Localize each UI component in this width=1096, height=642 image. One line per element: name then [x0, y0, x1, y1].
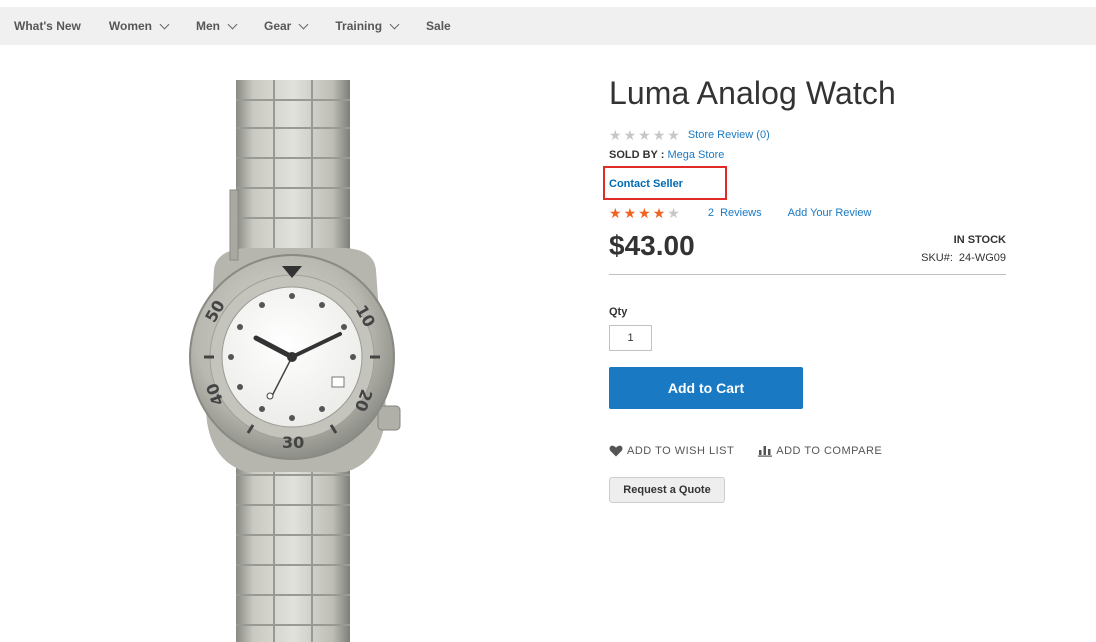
product-price: $43.00	[609, 230, 695, 261]
nav-item-sale[interactable]: Sale	[426, 19, 451, 33]
star-icon: ★	[638, 205, 651, 221]
sku: SKU#: 24-WG09	[921, 252, 1006, 264]
reviews-link[interactable]: 2 Reviews	[708, 207, 762, 219]
star-icon: ★	[609, 127, 622, 144]
product-info: Luma Analog Watch ★ ★ ★ ★ ★ Store Review…	[603, 74, 1006, 503]
seller-link[interactable]: Mega Store	[667, 149, 724, 161]
nav-item-women[interactable]: Women	[108, 19, 170, 33]
qty-input[interactable]: 1	[609, 325, 652, 351]
star-icon: ★	[623, 127, 637, 144]
watch-image: 10 20 30 40 50	[189, 80, 401, 642]
compare-label: ADD TO COMPARE	[776, 445, 883, 457]
product-reviews-summary: ★ ★ ★ ★ ★ 2 Reviews Add Your Review	[609, 206, 871, 220]
chevron-down-icon	[298, 19, 309, 29]
main-navigation: What's New Women Men Gear Training Sale	[0, 7, 1096, 45]
nav-item-label: Men	[196, 19, 220, 33]
store-review-link[interactable]: Store Review (0)	[688, 129, 770, 141]
price-box: $43.00 IN STOCK SKU#: 24-WG09	[609, 228, 1006, 275]
svg-text:30: 30	[282, 433, 304, 452]
star-icon: ★	[652, 127, 666, 144]
nav-item-training[interactable]: Training	[335, 19, 400, 33]
store-review-row: ★ ★ ★ ★ ★ Store Review (0)	[609, 127, 1006, 143]
nav-item-label: Gear	[264, 19, 292, 33]
star-icon: ★	[667, 127, 680, 144]
nav-item-gear[interactable]: Gear	[264, 19, 309, 33]
star-icon: ★	[667, 205, 680, 221]
reviews-label: Reviews	[720, 207, 762, 219]
wishlist-label: ADD TO WISH LIST	[627, 445, 735, 457]
nav-item-label: Women	[108, 19, 152, 33]
nav-item-whats-new[interactable]: What's New	[14, 19, 81, 33]
star-icon: ★	[609, 205, 622, 221]
star-icon: ★	[652, 205, 666, 221]
heart-icon	[609, 445, 623, 457]
reviews-count: 2	[707, 207, 714, 219]
chevron-down-icon	[227, 19, 238, 29]
nav-item-label: Training	[335, 19, 383, 33]
sku-value: 24-WG09	[958, 252, 1006, 264]
compare-icon	[758, 446, 773, 457]
add-to-cart-button[interactable]: Add to Cart	[609, 367, 803, 409]
add-to-compare-link[interactable]: ADD TO COMPARE	[758, 445, 882, 457]
add-to-wishlist-link[interactable]: ADD TO WISH LIST	[609, 445, 734, 457]
nav-item-label: Sale	[426, 19, 451, 33]
nav-item-men[interactable]: Men	[196, 19, 238, 33]
contact-seller-link[interactable]: Contact Seller	[609, 178, 683, 190]
star-icon: ★	[623, 205, 637, 221]
nav-item-label: What's New	[14, 19, 81, 33]
top-strip	[0, 0, 1096, 6]
chevron-down-icon	[389, 19, 400, 29]
sold-by: SOLD BY : Mega Store	[609, 149, 1006, 161]
store-rating: ★ ★ ★ ★ ★	[609, 128, 682, 142]
request-quote-button[interactable]: Request a Quote	[609, 477, 725, 503]
product-social-links: ADD TO WISH LIST ADD TO COMPARE	[609, 445, 882, 457]
chevron-down-icon	[159, 19, 170, 29]
sku-label: SKU#:	[921, 252, 953, 264]
page-title: Luma Analog Watch	[609, 75, 896, 111]
product-image[interactable]: 10 20 30 40 50	[96, 80, 516, 642]
sold-by-label: SOLD BY :	[609, 149, 665, 162]
qty-label: Qty	[609, 306, 628, 318]
product-rating: ★ ★ ★ ★ ★	[609, 206, 682, 220]
stock-status: IN STOCK	[953, 234, 1006, 246]
add-review-link[interactable]: Add Your Review	[788, 207, 872, 219]
star-icon: ★	[638, 127, 651, 144]
